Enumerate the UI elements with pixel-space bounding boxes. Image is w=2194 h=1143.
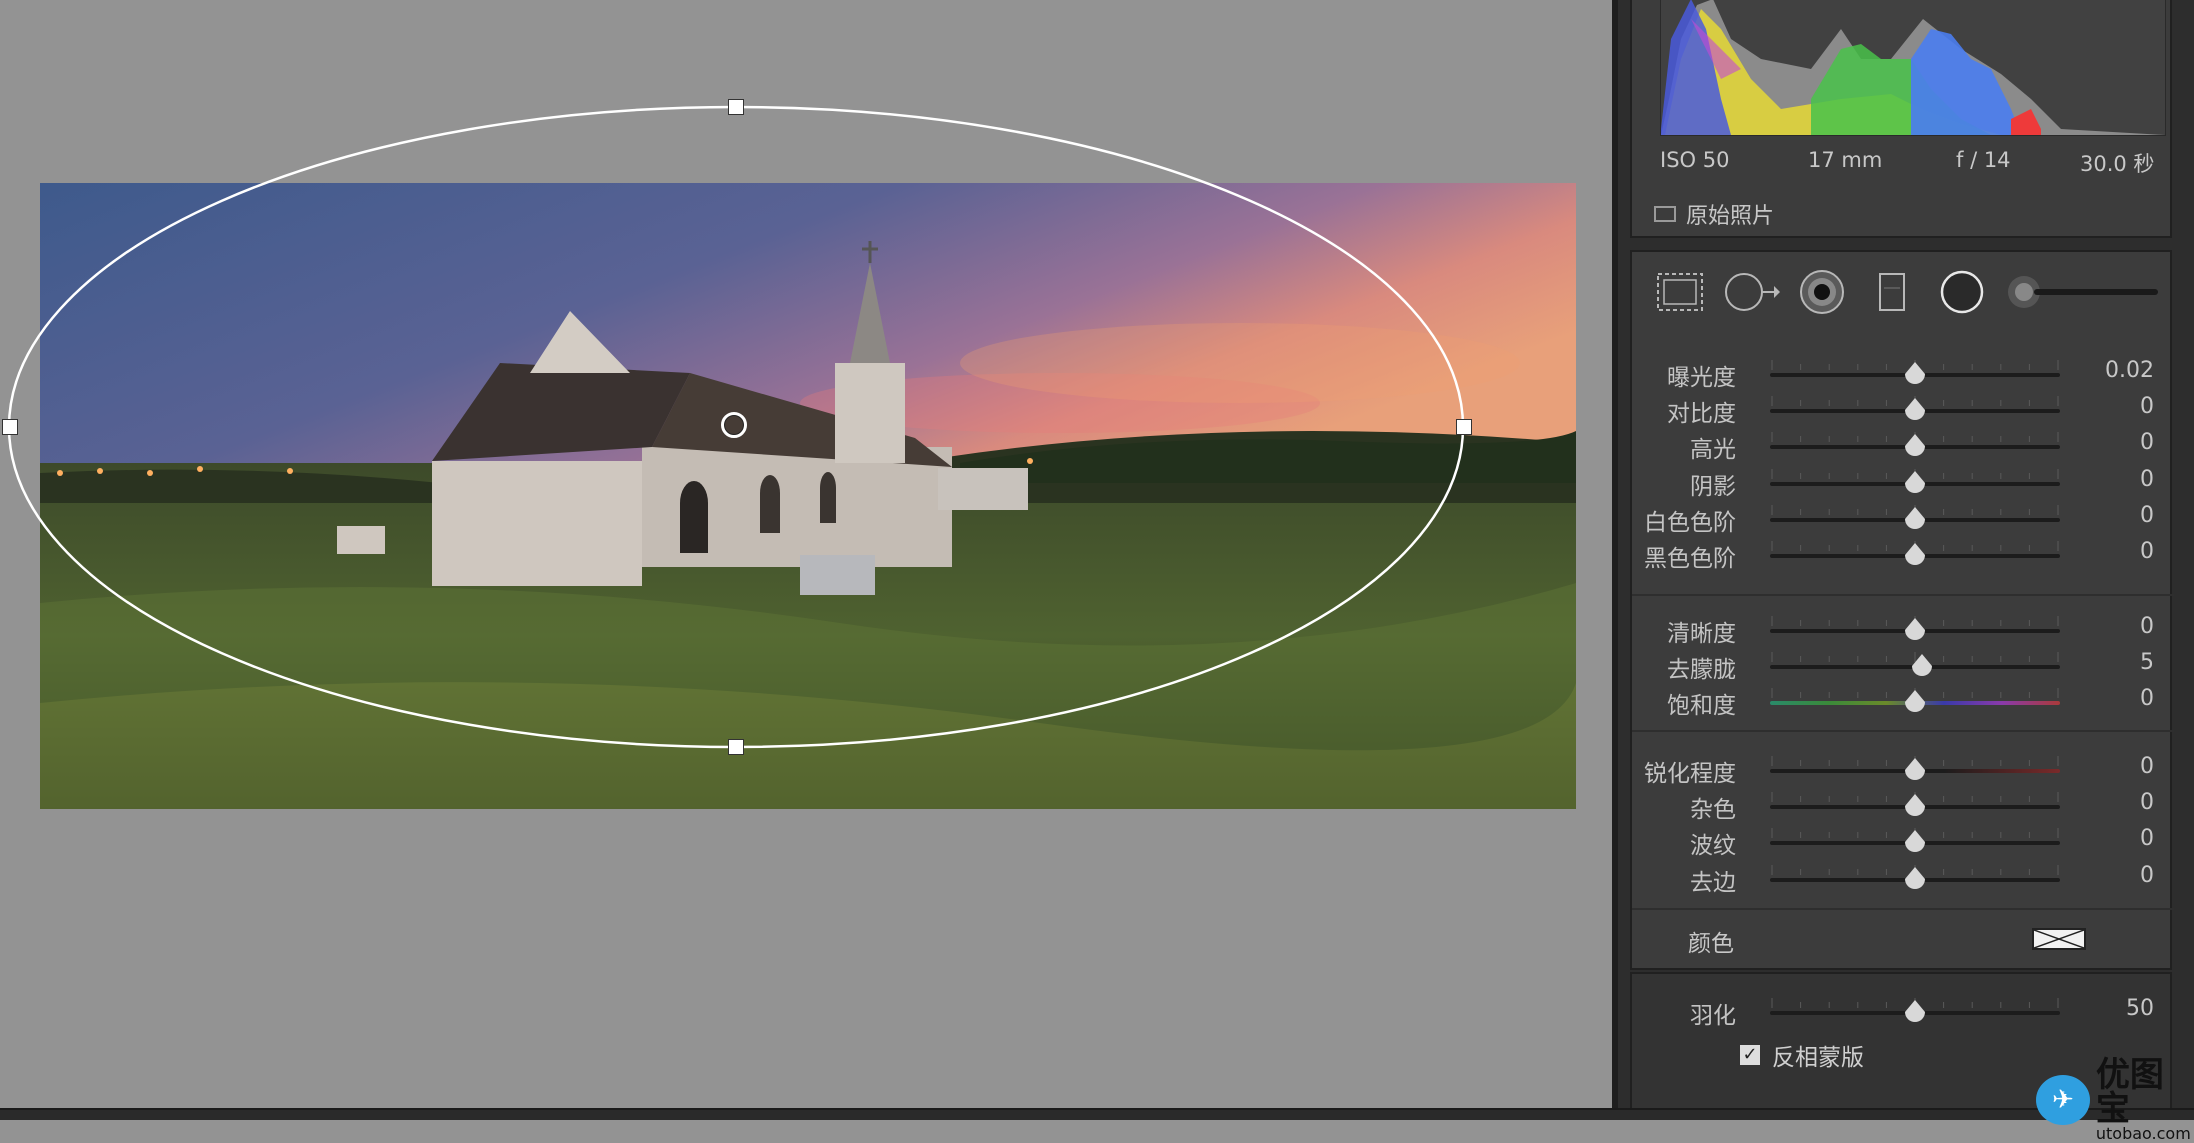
adjustment-brush-icon bbox=[2008, 276, 2158, 308]
watermark: ✈ 优图宝 utobao.com bbox=[2036, 1058, 2194, 1142]
graduated-filter-button[interactable] bbox=[1864, 266, 1920, 318]
spot-removal-button[interactable] bbox=[1724, 266, 1780, 318]
focal-length-readout: 17 mm bbox=[1808, 148, 1883, 172]
slider-label: 曝光度 bbox=[1667, 365, 1736, 391]
spot-removal-icon bbox=[1725, 273, 1780, 311]
histogram bbox=[1660, 0, 2166, 136]
slider-row[interactable]: 白色色阶 0 bbox=[1632, 503, 2174, 536]
slider-value[interactable]: 0 bbox=[2140, 503, 2154, 528]
graduated-filter-icon bbox=[1879, 273, 1905, 311]
crop-overlay-icon bbox=[1657, 273, 1703, 311]
group-separator bbox=[1632, 908, 2174, 910]
slider-value[interactable]: 0 bbox=[2140, 863, 2154, 888]
radial-handle-bottom[interactable] bbox=[728, 739, 744, 755]
slider-label: 高光 bbox=[1690, 437, 1736, 464]
slider-row[interactable]: 去朦胧 5 bbox=[1632, 650, 2174, 684]
slider-row[interactable]: 对比度 0 bbox=[1632, 394, 2174, 428]
slider-row[interactable]: 波纹 0 bbox=[1632, 826, 2174, 860]
radial-handle-left[interactable] bbox=[2, 419, 18, 435]
histogram-section: ISO 50 17 mm f / 14 30.0 秒 原始照片 bbox=[1630, 0, 2172, 238]
slider-label: 波纹 bbox=[1690, 833, 1736, 860]
slider-value[interactable]: 0 bbox=[2140, 614, 2154, 639]
slider-label: 白色色阶 bbox=[1644, 509, 1736, 536]
slider-value[interactable]: 0 bbox=[2140, 754, 2154, 779]
slider-row[interactable]: 阴影 0 bbox=[1632, 467, 2174, 500]
slider-value[interactable]: 0 bbox=[2140, 539, 2154, 564]
slider-value[interactable]: 0 bbox=[2140, 826, 2154, 851]
slider-label: 去边 bbox=[1690, 869, 1736, 896]
slider-value[interactable]: 0 bbox=[2140, 467, 2154, 492]
slider-value[interactable]: 0 bbox=[2140, 430, 2154, 455]
slider-row[interactable]: 黑色色阶 0 bbox=[1632, 539, 2174, 572]
slider-value[interactable]: 0.02 bbox=[2105, 358, 2154, 383]
group-separator bbox=[1632, 594, 2174, 596]
radial-filter-button[interactable] bbox=[1934, 266, 1990, 318]
slider-value[interactable]: 0 bbox=[2140, 394, 2154, 419]
radial-filter-overlay[interactable] bbox=[0, 0, 1612, 1108]
iso-readout: ISO 50 bbox=[1660, 148, 1730, 172]
invert-mask-label: 反相蒙版 bbox=[1772, 1045, 1864, 1071]
tool-strip bbox=[1630, 250, 2172, 334]
color-row[interactable]: 颜色 bbox=[1632, 920, 2174, 960]
slider-label: 杂色 bbox=[1690, 797, 1736, 824]
radial-handle-right[interactable] bbox=[1456, 419, 1472, 435]
slider-label: 阴影 bbox=[1690, 473, 1736, 500]
slider-label: 饱和度 bbox=[1667, 693, 1736, 720]
slider-row[interactable]: 高光 0 bbox=[1632, 430, 2174, 464]
red-eye-button[interactable] bbox=[1794, 266, 1850, 318]
slider-row[interactable]: 去边 0 bbox=[1632, 863, 2174, 896]
slider-value[interactable]: 0 bbox=[2140, 790, 2154, 815]
slider-value[interactable]: 0 bbox=[2140, 686, 2154, 711]
slider-row[interactable]: 锐化程度 0 bbox=[1632, 754, 2174, 787]
slider-row[interactable]: 杂色 0 bbox=[1632, 790, 2174, 824]
slider-label: 羽化 bbox=[1690, 1003, 1736, 1029]
invert-mask-checkbox[interactable]: ✓ bbox=[1740, 1045, 1760, 1065]
feather-slider-row[interactable]: 羽化 50 bbox=[1632, 996, 2174, 1029]
original-photo-checkbox[interactable] bbox=[1654, 206, 1676, 222]
shutter-readout: 30.0 秒 bbox=[2080, 152, 2155, 176]
invert-mask-toggle[interactable]: ✓ 反相蒙版 bbox=[1740, 1038, 1864, 1072]
color-label: 颜色 bbox=[1688, 931, 1734, 957]
slider-value[interactable]: 50 bbox=[2126, 996, 2154, 1021]
group-separator bbox=[1632, 730, 2174, 732]
aperture-readout: f / 14 bbox=[1956, 148, 2011, 172]
slider-label: 去朦胧 bbox=[1667, 657, 1736, 684]
radial-filter-adjustments: 曝光度 0.02 对比度 0 高光 0 阴影 0 白色色阶 0 黑色色阶 0 清晰度 0 去朦胧 5 饱和度 0… bbox=[1630, 330, 2174, 970]
slider-label: 清晰度 bbox=[1667, 621, 1736, 647]
slider-row[interactable]: 饱和度 0 bbox=[1632, 686, 2174, 720]
slider-label: 锐化程度 bbox=[1644, 761, 1736, 787]
develop-right-panel: ISO 50 17 mm f / 14 30.0 秒 原始照片 曝光度 0.02 对… bbox=[1618, 0, 2194, 1112]
slider-row[interactable]: 曝光度 0.02 bbox=[1632, 358, 2174, 391]
radial-center-pin[interactable] bbox=[721, 412, 747, 438]
adjustment-brush-button[interactable] bbox=[2004, 266, 2164, 318]
radial-filter-icon bbox=[1940, 270, 1984, 314]
filmstrip-edge bbox=[0, 1108, 2194, 1120]
crop-tool-button[interactable] bbox=[1652, 266, 1708, 318]
original-photo-toggle[interactable]: 原始照片 bbox=[1654, 198, 1774, 230]
original-photo-label: 原始照片 bbox=[1686, 204, 1775, 229]
slider-row[interactable]: 清晰度 0 bbox=[1632, 614, 2174, 647]
watermark-title: 优图宝 bbox=[2095, 1055, 2164, 1129]
radial-handle-top[interactable] bbox=[728, 99, 744, 115]
slider-label: 黑色色阶 bbox=[1644, 546, 1736, 572]
watermark-url: utobao.com bbox=[2095, 1124, 2191, 1143]
slider-value[interactable]: 5 bbox=[2140, 650, 2154, 675]
red-eye-icon bbox=[1800, 270, 1844, 314]
color-swatch[interactable] bbox=[2032, 928, 2086, 950]
slider-label: 对比度 bbox=[1667, 401, 1736, 428]
photo-viewport[interactable] bbox=[0, 0, 1612, 1108]
